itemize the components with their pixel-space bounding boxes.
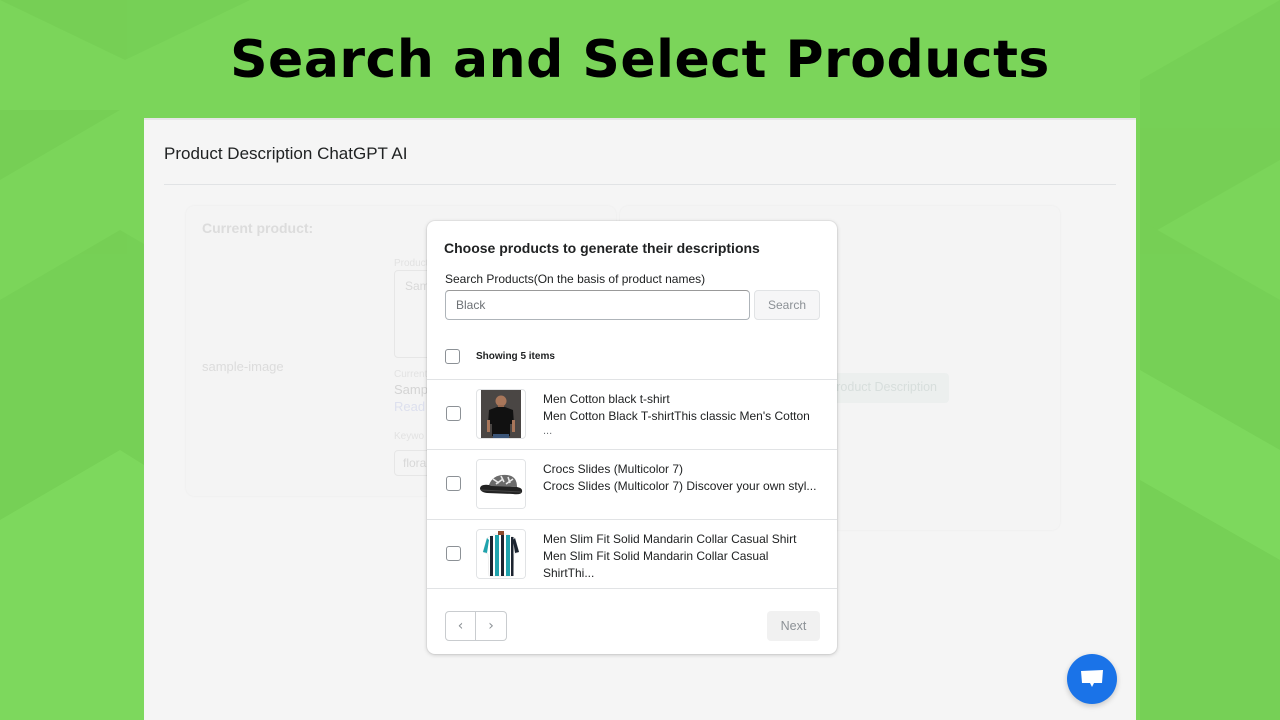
product-list: Men Cotton black t-shirt Men Cotton Blac… bbox=[427, 379, 837, 589]
pagination: ‹ › bbox=[445, 611, 507, 641]
search-input[interactable] bbox=[445, 290, 750, 320]
slide-sandal-image bbox=[477, 460, 525, 508]
item-checkbox[interactable] bbox=[446, 546, 461, 561]
search-label: Search Products(On the basis of product … bbox=[445, 272, 706, 286]
item-checkbox[interactable] bbox=[446, 406, 461, 421]
showing-count: Showing 5 items bbox=[476, 350, 555, 362]
item-title: Men Cotton black t-shirt bbox=[543, 392, 670, 406]
hero-title: Search and Select Products bbox=[230, 30, 1050, 90]
item-description-text: Men Cotton Black T-shirtThis classic Men… bbox=[543, 409, 810, 423]
current-description-text: Sampl bbox=[394, 382, 431, 397]
chevron-right-icon: › bbox=[488, 618, 494, 634]
product-field-label: Product bbox=[394, 258, 429, 269]
keywords-label: Keywo bbox=[394, 431, 425, 442]
list-item[interactable]: Men Slim Fit Solid Mandarin Collar Casua… bbox=[427, 519, 837, 589]
modal-title: Choose products to generate their descri… bbox=[444, 240, 760, 256]
striped-shirt-image bbox=[477, 530, 525, 578]
next-page-button[interactable]: › bbox=[476, 611, 507, 641]
product-thumbnail bbox=[476, 389, 526, 439]
item-description: Men Cotton Black T-shirtThis classic Men… bbox=[543, 408, 823, 437]
chevron-left-icon: ‹ bbox=[457, 618, 464, 634]
list-item[interactable]: Crocs Slides (Multicolor 7) Crocs Slides… bbox=[427, 449, 837, 519]
app-title: Product Description ChatGPT AI bbox=[164, 144, 408, 163]
chat-bubble-icon bbox=[1081, 670, 1103, 687]
product-thumbnail bbox=[476, 459, 526, 509]
current-product-label: Current product: bbox=[202, 220, 314, 236]
sample-image-placeholder: sample-image bbox=[202, 359, 284, 374]
item-title: Crocs Slides (Multicolor 7) bbox=[543, 462, 684, 476]
item-description: Crocs Slides (Multicolor 7) Discover you… bbox=[543, 478, 823, 495]
next-button[interactable]: Next bbox=[767, 611, 820, 641]
item-title: Men Slim Fit Solid Mandarin Collar Casua… bbox=[543, 532, 797, 546]
select-all-checkbox[interactable] bbox=[445, 348, 460, 364]
item-description-ellipsis: ... bbox=[543, 425, 553, 437]
choose-products-modal: Choose products to generate their descri… bbox=[427, 221, 837, 654]
list-item[interactable]: Men Cotton black t-shirt Men Cotton Blac… bbox=[427, 379, 837, 449]
tshirt-model-image bbox=[481, 390, 521, 438]
item-checkbox[interactable] bbox=[446, 476, 461, 491]
item-description-text: Men Slim Fit Solid Mandarin Collar Casua… bbox=[543, 549, 769, 580]
item-description-text: Crocs Slides (Multicolor 7) Discover you… bbox=[543, 479, 817, 493]
header-divider bbox=[164, 184, 1116, 185]
chat-launcher-button[interactable] bbox=[1067, 654, 1117, 704]
search-button[interactable]: Search bbox=[754, 290, 820, 320]
item-description: Men Slim Fit Solid Mandarin Collar Casua… bbox=[543, 548, 823, 582]
previous-page-button[interactable]: ‹ bbox=[445, 611, 476, 641]
select-all-row: Showing 5 items bbox=[445, 348, 555, 364]
current-field-label: Current bbox=[394, 369, 428, 380]
product-thumbnail bbox=[476, 529, 526, 579]
